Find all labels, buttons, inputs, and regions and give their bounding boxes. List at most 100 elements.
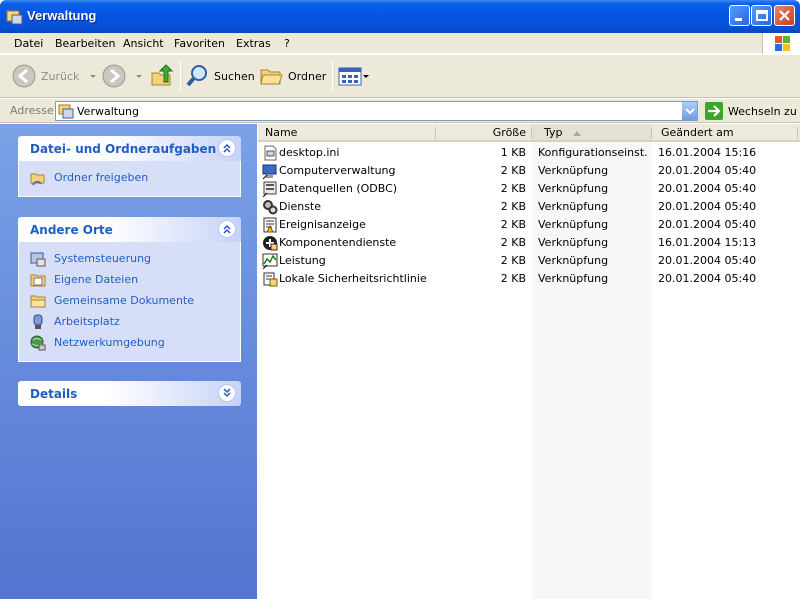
maximize-button[interactable]: [751, 5, 772, 26]
chevron-down-icon: [223, 388, 231, 398]
task-pane: Datei- und Ordneraufgaben Ordner freigeb…: [0, 124, 257, 599]
column-modified-label: Geändert am: [661, 126, 734, 139]
file-name: Leistung: [279, 254, 326, 267]
file-type: Verknüpfung: [538, 272, 609, 285]
shared-documents-icon: [30, 295, 46, 307]
toolbar-separator: [180, 60, 181, 92]
file-type: Verknüpfung: [538, 200, 609, 213]
collapse-button[interactable]: [218, 220, 236, 238]
details-header[interactable]: Details: [18, 381, 241, 406]
go-button[interactable]: Wechseln zu: [705, 102, 797, 120]
file-row[interactable]: Komponentendienste 2 KB Verknüpfung 16.0…: [258, 234, 800, 252]
windows-flag-icon: [775, 36, 790, 51]
title-bar: Verwaltung: [0, 0, 800, 33]
search-button[interactable]: Suchen: [186, 61, 255, 91]
window-title: Verwaltung: [27, 8, 97, 23]
file-name: Lokale Sicherheitsrichtlinie: [279, 272, 427, 285]
task-share-folder[interactable]: Ordner freigeben: [19, 167, 240, 188]
file-name: Computerverwaltung: [279, 164, 396, 177]
place-network[interactable]: Netzwerkumgebung: [19, 332, 240, 353]
file-size: 2 KB: [500, 272, 526, 285]
file-row[interactable]: Computerverwaltung 2 KB Verknüpfung 20.0…: [258, 162, 800, 180]
windows-logo: [762, 33, 800, 54]
file-tasks-header[interactable]: Datei- und Ordneraufgaben: [18, 136, 241, 161]
file-size: 2 KB: [500, 182, 526, 195]
odbc-icon: [262, 181, 277, 197]
folders-label: Ordner: [288, 69, 327, 83]
file-row[interactable]: Lokale Sicherheitsrichtlinie 2 KB Verknü…: [258, 270, 800, 288]
place-label: Eigene Dateien: [54, 273, 139, 286]
back-label: Zurück: [41, 69, 80, 83]
menu-favoriten[interactable]: Favoriten: [174, 37, 225, 50]
forward-button[interactable]: [102, 61, 144, 91]
folders-button[interactable]: Ordner: [259, 61, 326, 91]
search-label: Suchen: [214, 69, 255, 83]
file-size: 2 KB: [500, 164, 526, 177]
collapse-button[interactable]: [218, 139, 236, 157]
menu-extras[interactable]: Extras: [236, 37, 271, 50]
file-row[interactable]: Datenquellen (ODBC) 2 KB Verknüpfung 20.…: [258, 180, 800, 198]
close-icon: [779, 10, 790, 21]
column-size[interactable]: Größe: [436, 124, 532, 142]
file-modified: 20.01.2004 05:40: [658, 254, 757, 267]
place-my-documents[interactable]: Eigene Dateien: [19, 269, 240, 290]
file-name: Dienste: [279, 200, 322, 213]
place-label: Systemsteuerung: [54, 252, 152, 265]
menu-bearbeiten[interactable]: Bearbeiten: [55, 37, 115, 50]
control-panel-icon: [30, 252, 46, 266]
menu-datei[interactable]: Datei: [14, 37, 43, 50]
place-label: Gemeinsame Dokumente: [54, 294, 194, 307]
chevron-up-icon: [223, 143, 231, 153]
file-tasks-panel: Datei- und Ordneraufgaben Ordner freigeb…: [18, 136, 241, 197]
forward-dropdown-icon[interactable]: [134, 71, 144, 81]
chevron-down-icon: [685, 108, 695, 115]
expand-button[interactable]: [218, 384, 236, 402]
column-type[interactable]: Typ: [532, 124, 652, 142]
close-button[interactable]: [774, 5, 795, 26]
up-folder-button[interactable]: [150, 61, 174, 91]
other-places-header[interactable]: Andere Orte: [18, 217, 241, 242]
details-title: Details: [30, 387, 78, 401]
file-row[interactable]: desktop.ini 1 KB Konfigurationseinst... …: [258, 144, 800, 162]
minimize-button[interactable]: [729, 5, 750, 26]
minimize-icon: [735, 18, 742, 21]
file-modified: 20.01.2004 05:40: [658, 164, 757, 177]
file-size: 2 KB: [500, 254, 526, 267]
file-type: Verknüpfung: [538, 182, 609, 195]
file-row[interactable]: Leistung 2 KB Verknüpfung 20.01.2004 05:…: [258, 252, 800, 270]
file-list: Name Größe Typ Geändert am desktop.ini 1…: [258, 124, 800, 599]
up-folder-icon: [151, 64, 174, 86]
search-icon: [186, 65, 207, 87]
place-my-computer[interactable]: Arbeitsplatz: [19, 311, 240, 332]
address-dropdown-button[interactable]: [681, 102, 697, 120]
file-modified: 20.01.2004 05:40: [658, 272, 757, 285]
place-control-panel[interactable]: Systemsteuerung: [19, 248, 240, 269]
file-type: Verknüpfung: [538, 164, 609, 177]
file-name: Komponentendienste: [279, 236, 397, 249]
performance-icon: [262, 253, 278, 269]
place-label: Netzwerkumgebung: [54, 336, 165, 349]
menu-bar: Datei Bearbeiten Ansicht Favoriten Extra…: [0, 33, 800, 54]
toolbar-separator: [332, 60, 333, 92]
back-button[interactable]: Zurück: [12, 61, 98, 91]
chevron-up-icon: [223, 224, 231, 234]
file-type: Verknüpfung: [538, 218, 609, 231]
place-shared-documents[interactable]: Gemeinsame Dokumente: [19, 290, 240, 311]
views-button[interactable]: [338, 61, 370, 91]
menu-help[interactable]: ?: [284, 37, 290, 50]
services-icon: [263, 200, 278, 215]
computer-management-icon: [262, 164, 277, 179]
address-input[interactable]: Verwaltung: [55, 101, 698, 121]
menu-ansicht[interactable]: Ansicht: [123, 37, 164, 50]
back-dropdown-icon[interactable]: [88, 71, 98, 81]
column-modified[interactable]: Geändert am: [652, 124, 798, 142]
views-icon: [338, 67, 362, 86]
back-arrow-icon: [12, 64, 36, 88]
file-row[interactable]: Dienste 2 KB Verknüpfung 20.01.2004 05:4…: [258, 198, 800, 216]
file-modified: 16.01.2004 15:16: [658, 146, 757, 159]
toolbar: Zurück Suchen Ordner: [0, 55, 800, 98]
file-row[interactable]: Ereignisanzeige 2 KB Verknüpfung 20.01.2…: [258, 216, 800, 234]
column-name[interactable]: Name: [258, 124, 436, 142]
file-modified: 16.01.2004 15:13: [658, 236, 757, 249]
views-dropdown-icon: [363, 75, 369, 78]
